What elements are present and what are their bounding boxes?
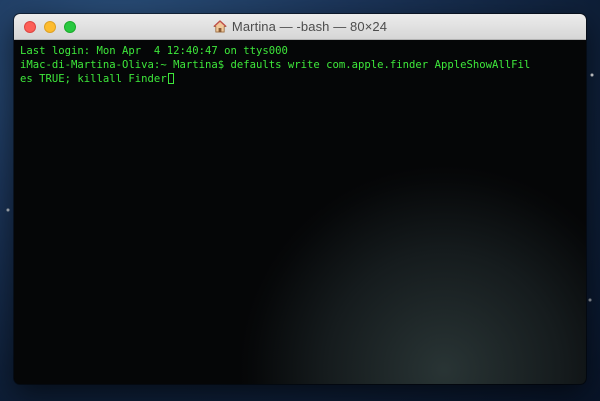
terminal-window[interactable]: Martina — -bash — 80×24 Last login: Mon … xyxy=(14,14,586,384)
title-bar[interactable]: Martina — -bash — 80×24 xyxy=(14,14,586,40)
terminal-output[interactable]: Last login: Mon Apr 4 12:40:47 on ttys00… xyxy=(14,40,586,384)
terminal-line-command: iMac-di-Martina-Oliva:~ Martina$ default… xyxy=(20,59,531,71)
terminal-line-last-login: Last login: Mon Apr 4 12:40:47 on ttys00… xyxy=(20,45,288,57)
window-title: Martina — -bash — 80×24 xyxy=(14,14,586,39)
text-cursor xyxy=(167,73,174,84)
terminal-line-command-cont-text: es TRUE; killall Finder xyxy=(20,73,167,85)
window-title-text: Martina — -bash — 80×24 xyxy=(231,19,388,34)
home-icon xyxy=(213,20,227,33)
terminal-line-command-cont: es TRUE; killall Finder xyxy=(20,72,580,86)
